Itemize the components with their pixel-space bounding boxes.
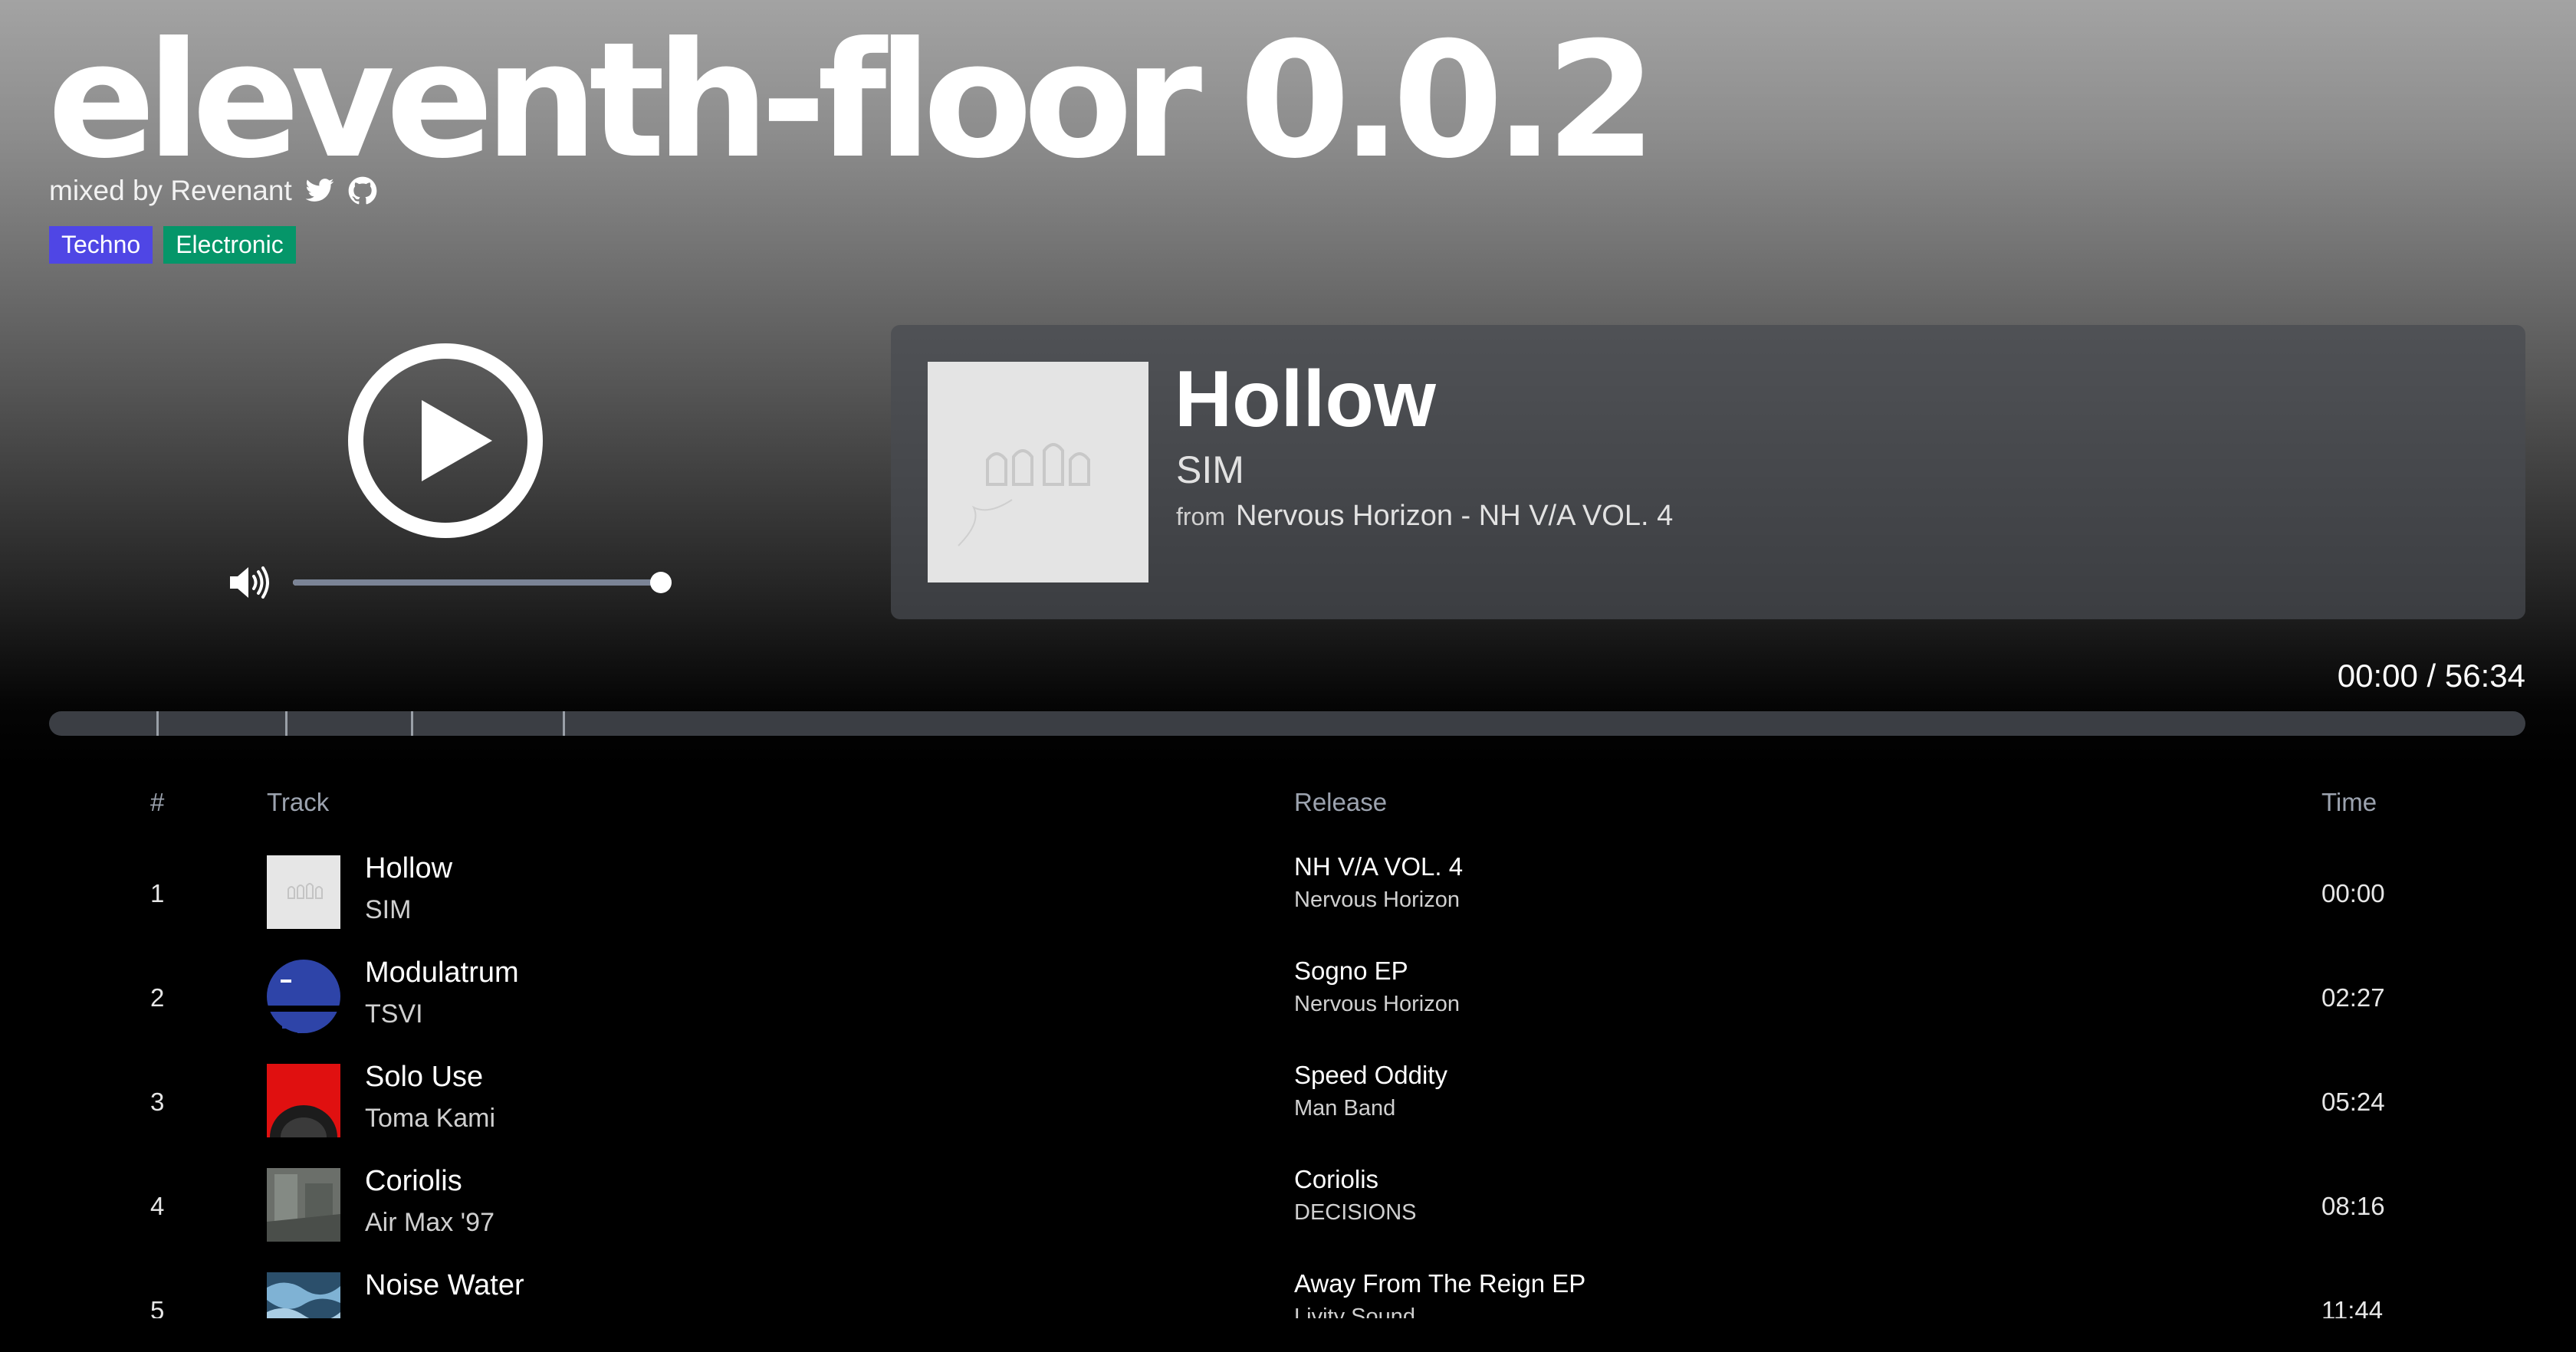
volume-slider[interactable]	[293, 572, 672, 593]
mixed-by-text: mixed by Revenant	[49, 175, 292, 206]
release-title: Speed Oddity	[1294, 1061, 1447, 1089]
track-start-time: 08:16	[2321, 1192, 2385, 1220]
track-row[interactable]: 2 Modulatrum TSVI Sogno EP Nervous Horiz…	[0, 946, 2576, 1050]
track-title: Hollow	[365, 852, 453, 884]
header-release: Release	[1294, 788, 1388, 816]
release-title: Sogno EP	[1294, 957, 1408, 985]
github-icon[interactable]	[347, 176, 378, 206]
mix-page: eleventh-floor 0.0.2 mixed by Revenant T…	[0, 0, 2576, 1352]
track-artist: TSVI	[365, 999, 423, 1029]
track-marker[interactable]	[285, 711, 288, 736]
track-start-time: 02:27	[2321, 983, 2385, 1012]
now-playing-album-art	[928, 362, 1148, 582]
track-number: 4	[150, 1192, 165, 1220]
track-title: Coriolis	[365, 1165, 462, 1197]
track-album-art	[267, 1064, 340, 1137]
play-icon	[348, 343, 543, 538]
release-title: NH V/A VOL. 4	[1294, 852, 1464, 881]
track-album-art	[267, 960, 340, 1033]
track-album-art	[267, 855, 340, 929]
track-album-art	[267, 1272, 340, 1318]
track-number: 3	[150, 1088, 165, 1116]
tag-techno[interactable]: Techno	[49, 226, 153, 264]
track-title: Solo Use	[365, 1061, 484, 1093]
header-time: Time	[2321, 788, 2377, 816]
track-marker[interactable]	[156, 711, 159, 736]
now-playing-card: Hollow SIM from Nervous Horizon - NH V/A …	[891, 325, 2525, 619]
track-row[interactable]: 5 Noise Water Away From The Reign EP Liv…	[0, 1258, 2576, 1318]
volume-knob[interactable]	[650, 572, 672, 593]
track-number: 2	[150, 983, 165, 1012]
from-label: from	[1176, 503, 1225, 530]
mix-byline: mixed by Revenant	[49, 175, 378, 207]
track-start-time: 05:24	[2321, 1088, 2385, 1116]
release-title: Away From The Reign EP	[1294, 1269, 1586, 1298]
now-playing-artist[interactable]: SIM	[1176, 448, 1244, 492]
release-label: Nervous Horizon	[1294, 888, 1460, 912]
track-number: 1	[150, 879, 165, 907]
now-playing-release: from Nervous Horizon - NH V/A VOL. 4	[1176, 500, 1673, 533]
now-playing-release-name[interactable]: Nervous Horizon - NH V/A VOL. 4	[1236, 500, 1673, 532]
track-title: Modulatrum	[365, 957, 519, 989]
track-album-art	[267, 1168, 340, 1242]
track-number: 5	[150, 1296, 165, 1318]
track-row[interactable]: 4 Coriolis Air Max '97 Coriolis DECISION…	[0, 1154, 2576, 1258]
track-start-time: 11:44	[2321, 1296, 2384, 1318]
release-label: Nervous Horizon	[1294, 992, 1460, 1016]
track-start-time: 00:00	[2321, 879, 2385, 907]
release-label: DECISIONS	[1294, 1200, 1417, 1225]
track-row[interactable]: 1 Hollow SIM NH V/A VOL. 4 Nervous Horiz…	[0, 842, 2576, 946]
release-title: Coriolis	[1294, 1165, 1379, 1193]
speaker-icon[interactable]	[228, 564, 271, 601]
track-artist: Air Max '97	[365, 1208, 495, 1237]
tracklist: # Track Release Time 1 Hollow SIM NH V/A…	[0, 774, 2576, 1318]
mix-timeline[interactable]	[49, 711, 2525, 736]
tag-electronic[interactable]: Electronic	[163, 226, 296, 264]
header-track: Track	[267, 788, 330, 816]
track-marker[interactable]	[563, 711, 565, 736]
track-artist: SIM	[365, 895, 412, 924]
track-title: Noise Water	[365, 1269, 524, 1301]
mix-title: eleventh-floor 0.0.2	[48, 8, 1657, 194]
release-label: Livity Sound	[1294, 1304, 1415, 1318]
play-button[interactable]	[347, 342, 544, 540]
track-artist: Toma Kami	[365, 1104, 496, 1133]
release-label: Man Band	[1294, 1096, 1396, 1121]
track-row[interactable]: 3 Solo Use Toma Kami Speed Oddity Man Ba…	[0, 1050, 2576, 1154]
time-display: 00:00 / 56:34	[2337, 658, 2525, 694]
header-number: #	[150, 788, 165, 816]
genre-tags: Techno Electronic	[49, 226, 296, 264]
track-marker[interactable]	[411, 711, 413, 736]
now-playing-title: Hollow	[1175, 355, 1436, 444]
twitter-icon[interactable]	[304, 176, 335, 206]
volume-level-fill	[293, 579, 661, 586]
